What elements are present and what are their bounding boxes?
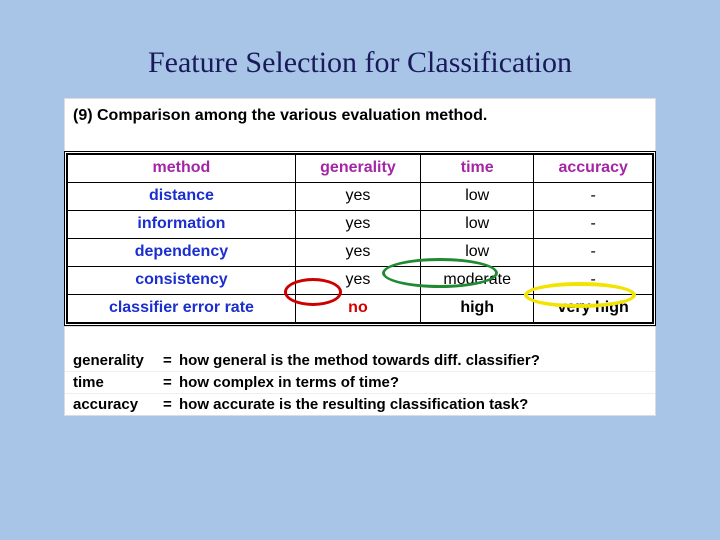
cell-time: low (421, 211, 534, 239)
def-eq: = (163, 396, 179, 413)
col-generality: generality (295, 155, 420, 183)
definition-row: time = how complex in terms of time? (65, 371, 655, 393)
def-term: generality (73, 352, 163, 369)
cell-generality: yes (295, 267, 420, 295)
col-method: method (68, 155, 296, 183)
cell-accuracy: - (534, 211, 653, 239)
cell-time: low (421, 239, 534, 267)
cell-accuracy: - (534, 183, 653, 211)
def-term: time (73, 374, 163, 391)
cell-method: information (68, 211, 296, 239)
col-time: time (421, 155, 534, 183)
cell-generality: yes (295, 239, 420, 267)
def-val: how general is the method towards diff. … (179, 352, 647, 369)
cell-accuracy: - (534, 267, 653, 295)
table-row: dependency yes low - (68, 239, 653, 267)
slide-title: Feature Selection for Classification (0, 0, 720, 98)
cell-time: high (421, 295, 534, 323)
def-val: how accurate is the resulting classifica… (179, 396, 647, 413)
definitions-block: generality = how general is the method t… (64, 350, 656, 416)
table-row: classifier error rate no high very high (68, 295, 653, 323)
cell-method: distance (68, 183, 296, 211)
col-accuracy: accuracy (534, 155, 653, 183)
definition-row: accuracy = how accurate is the resulting… (65, 393, 655, 415)
def-term: accuracy (73, 396, 163, 413)
content-panel: (9) Comparison among the various evaluat… (64, 98, 656, 416)
def-eq: = (163, 352, 179, 369)
cell-method: consistency (68, 267, 296, 295)
table-row: consistency yes moderate - (68, 267, 653, 295)
cell-accuracy: - (534, 239, 653, 267)
cell-generality: yes (295, 211, 420, 239)
cell-method: classifier error rate (68, 295, 296, 323)
table-row: distance yes low - (68, 183, 653, 211)
cell-generality: no (295, 295, 420, 323)
cell-accuracy: very high (534, 295, 653, 323)
def-eq: = (163, 374, 179, 391)
comparison-table-wrap: method generality time accuracy distance… (64, 151, 656, 326)
table-header-row: method generality time accuracy (68, 155, 653, 183)
comparison-table: method generality time accuracy distance… (67, 154, 653, 323)
table-row: information yes low - (68, 211, 653, 239)
cell-generality: yes (295, 183, 420, 211)
table-caption: (9) Comparison among the various evaluat… (64, 98, 656, 129)
cell-time: moderate (421, 267, 534, 295)
def-val: how complex in terms of time? (179, 374, 647, 391)
definition-row: generality = how general is the method t… (65, 350, 655, 371)
cell-time: low (421, 183, 534, 211)
cell-method: dependency (68, 239, 296, 267)
